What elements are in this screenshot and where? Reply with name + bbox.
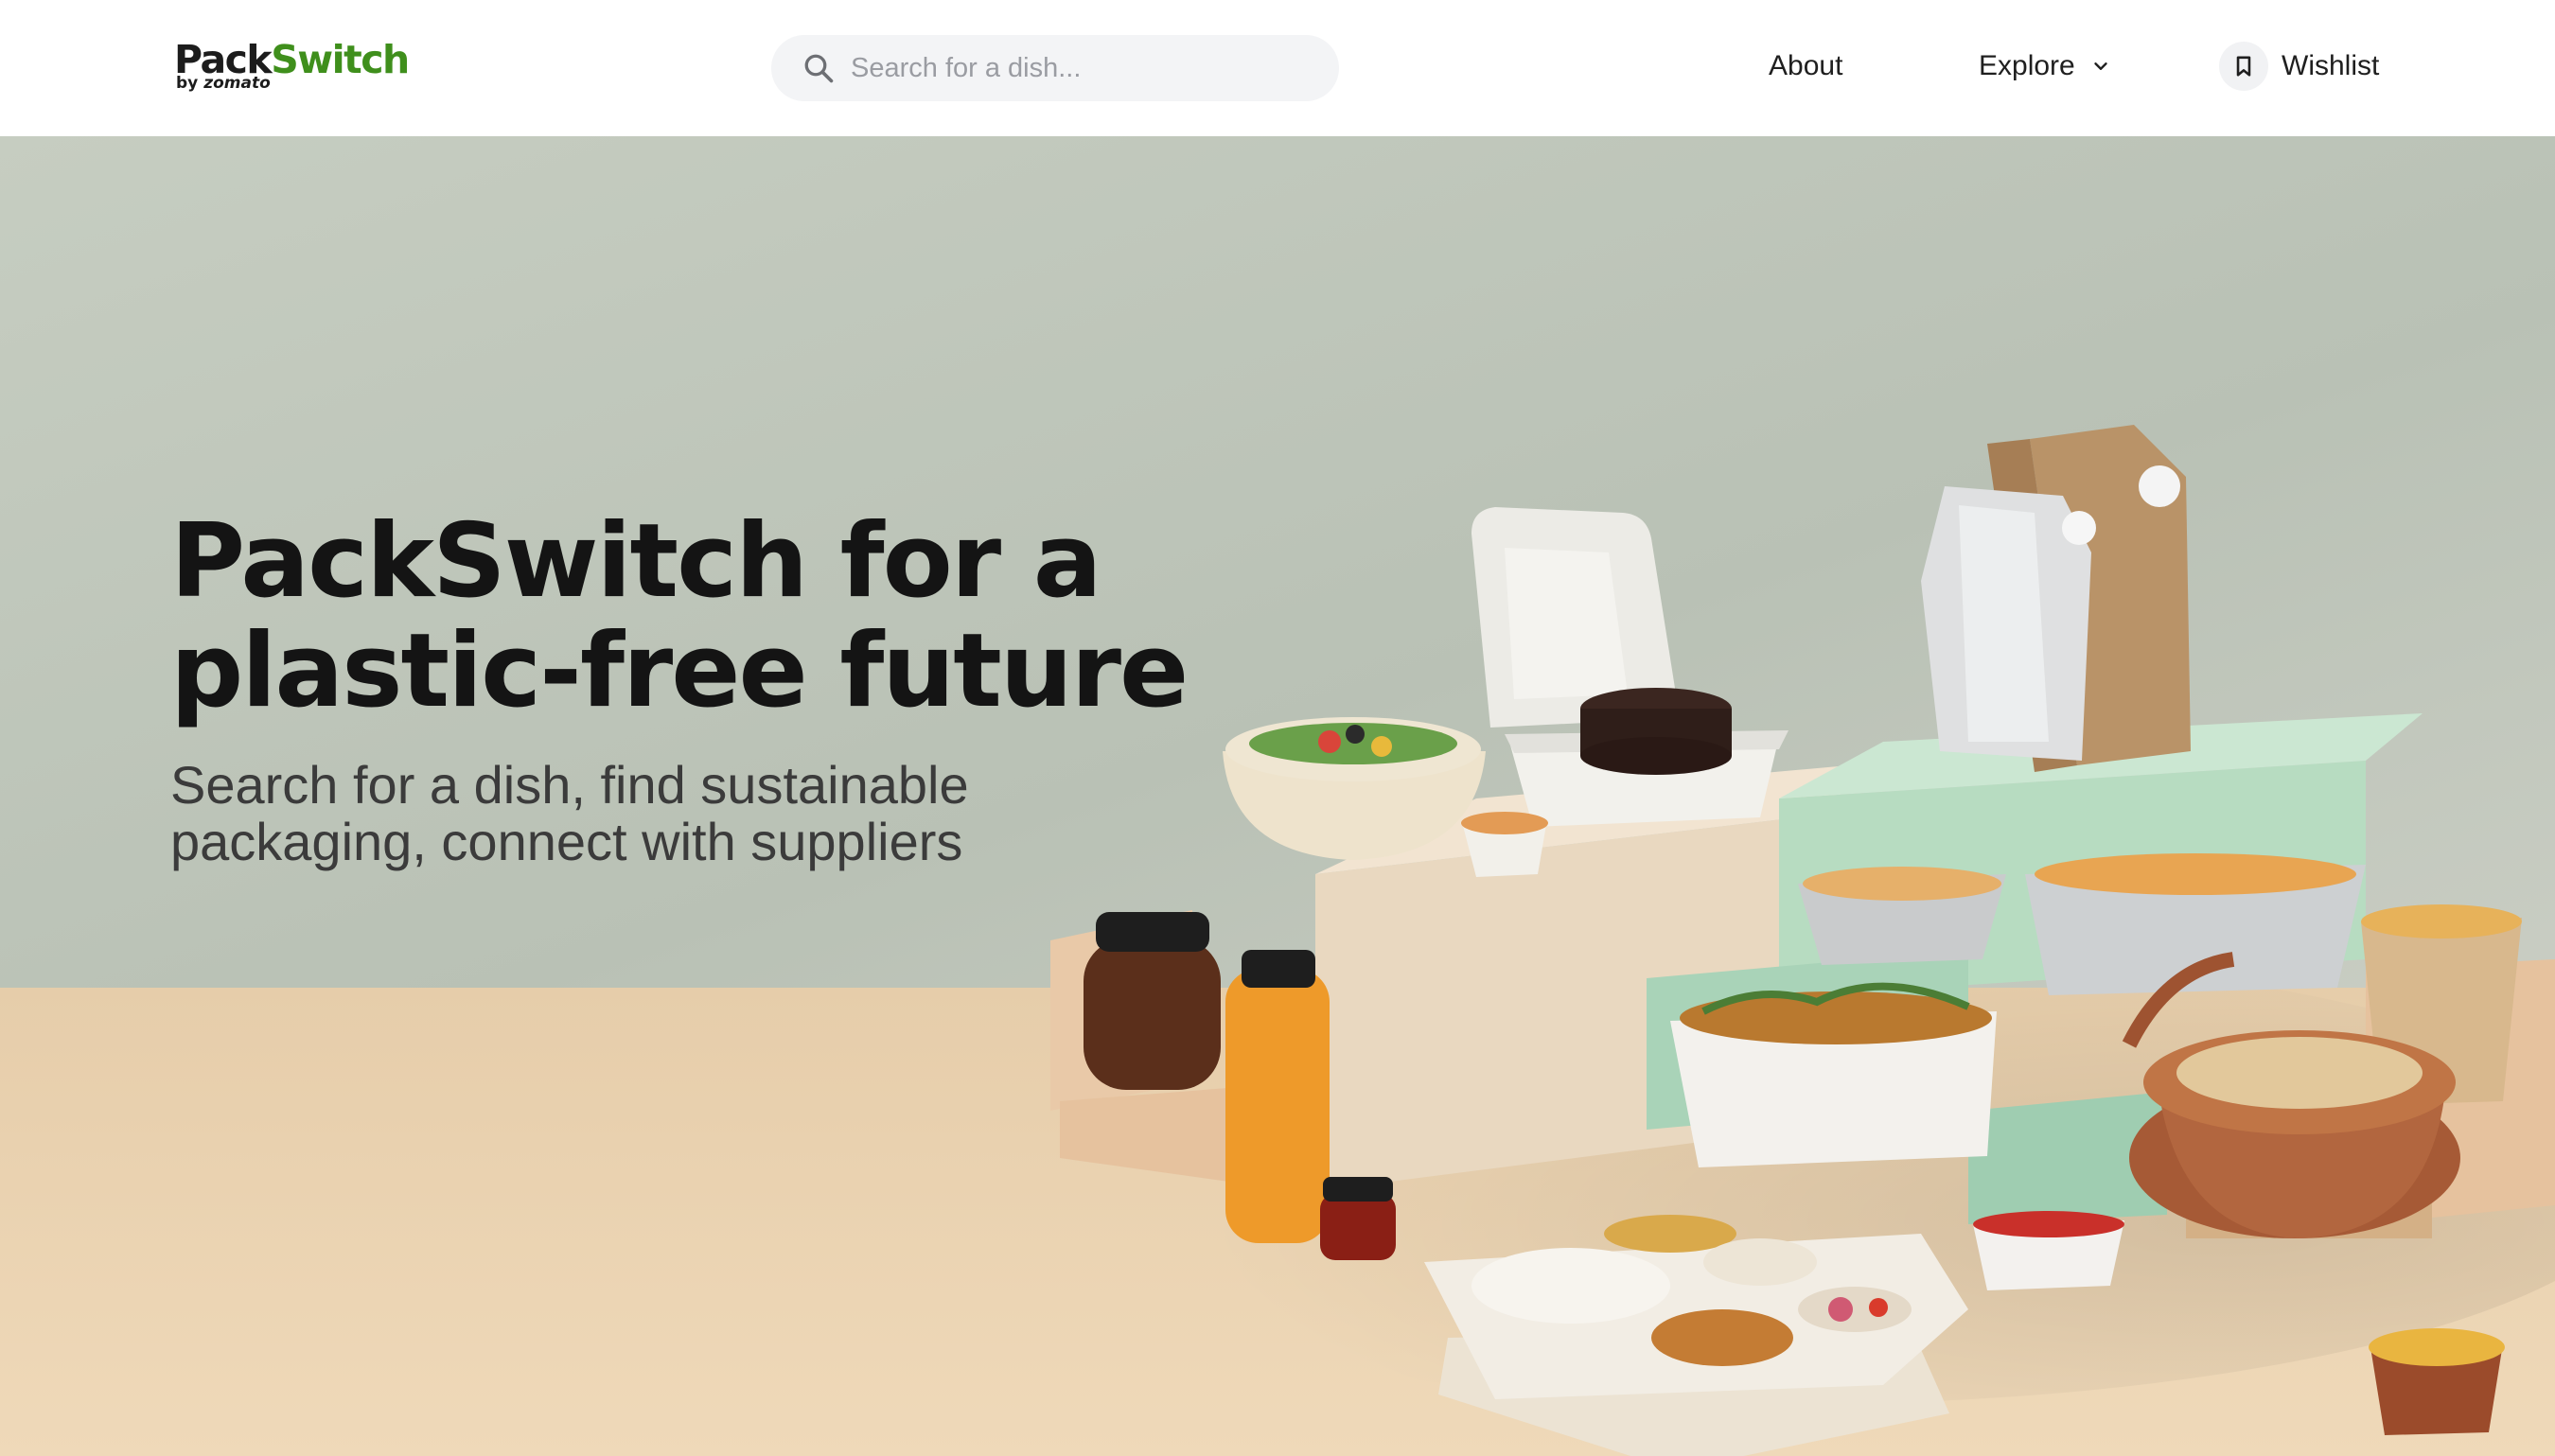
logo-byline-by: by — [176, 74, 199, 93]
packswitch-logo[interactable]: PackSwitch by zomato — [174, 38, 410, 98]
logo-wordmark-switch: Switch — [271, 37, 410, 82]
logo-byline-brand: zomato — [203, 74, 271, 93]
logo-byline: by zomato — [176, 74, 271, 93]
wishlist-icon-wrap — [2219, 42, 2268, 91]
hero-subtitle-line-2: packaging, connect with suppliers — [170, 812, 963, 871]
nav-explore-dropdown[interactable]: Explore — [1979, 47, 2111, 85]
hero-title: PackSwitch for a plastic-free future — [170, 507, 1211, 727]
nav-explore-label: Explore — [1979, 50, 2075, 81]
bookmark-icon — [2236, 56, 2251, 77]
nav-wishlist-label: Wishlist — [2282, 50, 2380, 81]
site-header: PackSwitch by zomato About Explore Wishl… — [0, 0, 2555, 136]
chevron-down-icon — [2094, 62, 2107, 70]
hero-section: PackSwitch for a plastic-free future Sea… — [0, 136, 2555, 1456]
hero-subtitle-line-1: Search for a dish, find sustainable — [170, 755, 969, 815]
hero-title-line-2: plastic-free future — [170, 612, 1189, 730]
search-input[interactable] — [851, 35, 1314, 101]
search-bar[interactable] — [771, 35, 1339, 101]
nav-about-link[interactable]: About — [1769, 47, 1842, 85]
search-icon — [804, 54, 834, 83]
nav-wishlist-button[interactable]: Wishlist — [2219, 42, 2379, 91]
hero-subtitle: Search for a dish, find sustainable pack… — [170, 757, 1117, 870]
hero-title-line-1: PackSwitch for a — [170, 502, 1102, 621]
